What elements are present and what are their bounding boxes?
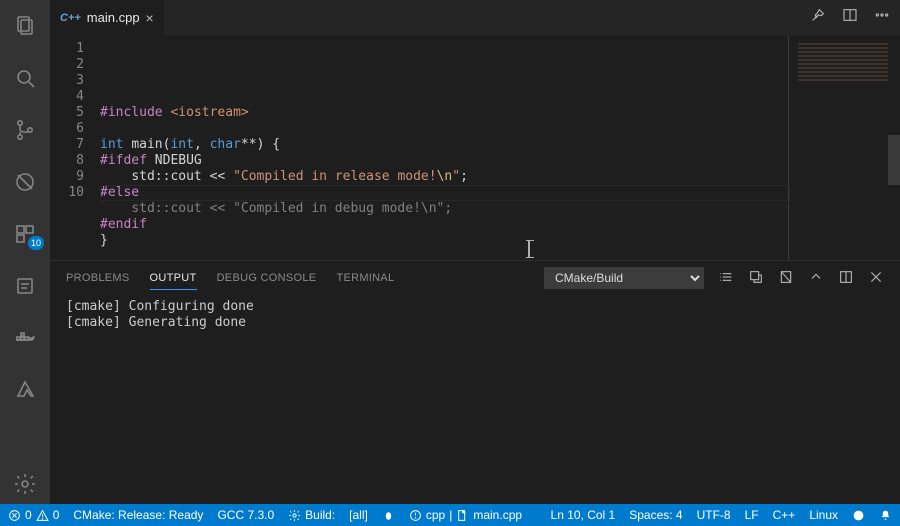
split-editor-icon[interactable]	[842, 7, 858, 28]
status-cursor-position[interactable]: Ln 10, Col 1	[551, 508, 616, 522]
output-line: [cmake] Configuring done	[66, 299, 884, 315]
status-indent[interactable]: Spaces: 4	[629, 508, 682, 522]
extensions-badge: 10	[28, 236, 44, 250]
docker-icon[interactable]	[0, 318, 50, 358]
status-bell-icon[interactable]	[879, 509, 892, 522]
line-number: 1	[50, 41, 84, 57]
status-platform[interactable]: Linux	[809, 508, 838, 522]
pin-icon[interactable]	[810, 7, 826, 28]
line-number: 9	[50, 169, 84, 185]
panel-tab-problems[interactable]: PROBLEMS	[66, 272, 130, 284]
debug-icon[interactable]	[0, 162, 50, 202]
status-build-target[interactable]: [all]	[349, 508, 368, 522]
code-line[interactable]: }	[100, 233, 900, 249]
explorer-icon[interactable]	[0, 6, 50, 46]
status-cmake[interactable]: CMake: Release: Ready	[73, 508, 203, 522]
output-line: [cmake] Generating done	[66, 315, 884, 331]
status-eol[interactable]: LF	[745, 508, 759, 522]
collapse-panel-icon[interactable]	[808, 269, 824, 288]
close-panel-icon[interactable]	[868, 269, 884, 288]
code-editor[interactable]: 12345678910 #include <iostream> int main(…	[50, 35, 900, 260]
sidebar-item-icon-a[interactable]	[0, 266, 50, 306]
code-line[interactable]	[100, 249, 900, 260]
bottom-panel: PROBLEMS OUTPUT DEBUG CONSOLE TERMINAL C…	[50, 260, 900, 504]
tab-filename: main.cpp	[87, 10, 140, 25]
status-debug-icon[interactable]	[382, 509, 395, 522]
status-build[interactable]: Build:	[288, 508, 335, 522]
maximize-panel-icon[interactable]	[838, 269, 854, 288]
status-bar: 0 0 CMake: Release: Ready GCC 7.3.0 Buil…	[0, 504, 900, 526]
line-number: 2	[50, 57, 84, 73]
line-number: 7	[50, 137, 84, 153]
line-number: 5	[50, 105, 84, 121]
extensions-icon[interactable]: 10	[0, 214, 50, 254]
panel-tab-terminal[interactable]: TERMINAL	[336, 272, 394, 284]
panel-tab-bar: PROBLEMS OUTPUT DEBUG CONSOLE TERMINAL C…	[50, 261, 900, 295]
line-number-gutter: 12345678910	[50, 35, 100, 260]
code-line[interactable]: std::cout << "Compiled in release mode!\…	[100, 169, 900, 185]
code-line[interactable]: #include <iostream>	[100, 105, 900, 121]
line-number: 6	[50, 121, 84, 137]
open-log-icon[interactable]	[748, 269, 764, 288]
line-number: 3	[50, 73, 84, 89]
status-feedback-icon[interactable]	[852, 509, 865, 522]
more-icon[interactable]	[874, 7, 890, 28]
minimap[interactable]	[798, 41, 888, 81]
output-channel-select[interactable]: CMake/Build	[544, 267, 704, 289]
code-line[interactable]: #ifdef NDEBUG	[100, 153, 900, 169]
output-body[interactable]: [cmake] Configuring done[cmake] Generati…	[50, 295, 900, 504]
clear-output-icon[interactable]	[778, 269, 794, 288]
status-compiler[interactable]: GCC 7.3.0	[217, 508, 274, 522]
editor-tab-bar: C++ main.cpp ×	[50, 0, 900, 35]
line-number: 10	[50, 185, 84, 201]
code-line[interactable]: #endif	[100, 217, 900, 233]
status-errors[interactable]: 0 0	[8, 508, 59, 522]
search-icon[interactable]	[0, 58, 50, 98]
panel-tab-output[interactable]: OUTPUT	[150, 272, 197, 290]
cpp-file-icon: C++	[60, 12, 81, 24]
status-encoding[interactable]: UTF-8	[697, 508, 731, 522]
line-number: 4	[50, 89, 84, 105]
source-control-icon[interactable]	[0, 110, 50, 150]
code-line[interactable]: int main(int, char**) {	[100, 137, 900, 153]
status-context[interactable]: cpp | main.cpp	[409, 508, 522, 522]
status-language[interactable]: C++	[773, 508, 796, 522]
editor-tab-main-cpp[interactable]: C++ main.cpp ×	[50, 0, 165, 35]
list-icon[interactable]	[718, 269, 734, 288]
line-number: 8	[50, 153, 84, 169]
activity-bar: 10	[0, 0, 50, 504]
azure-icon[interactable]	[0, 370, 50, 410]
tab-close-icon[interactable]: ×	[146, 10, 154, 26]
panel-tab-debug-console[interactable]: DEBUG CONSOLE	[217, 272, 317, 284]
code-line[interactable]	[100, 121, 900, 137]
settings-icon[interactable]	[0, 464, 50, 504]
text-cursor-icon	[528, 241, 530, 257]
editor-ruler	[788, 35, 789, 260]
code-line[interactable]: std::cout << "Compiled in debug mode!\n"…	[100, 201, 900, 217]
current-line-highlight	[100, 185, 790, 201]
scrollbar-thumb[interactable]	[888, 135, 900, 185]
